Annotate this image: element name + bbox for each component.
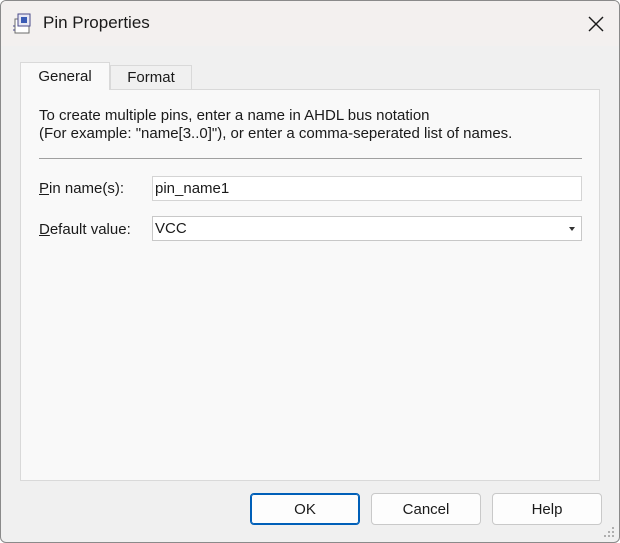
general-tab-panel: To create multiple pins, enter a name in… bbox=[20, 89, 600, 481]
pin-properties-dialog: Pin Properties General Format To create … bbox=[0, 0, 620, 543]
pin-name-label: Pin name(s): bbox=[39, 180, 124, 197]
help-text-line-2: (For example: "name[3..0]"), or enter a … bbox=[39, 125, 513, 142]
title-bar[interactable]: Pin Properties bbox=[1, 1, 619, 46]
default-value-label-mnemonic: D bbox=[39, 221, 50, 238]
default-value-label: Default value: bbox=[39, 221, 131, 238]
default-value-label-text: efault value: bbox=[49, 221, 131, 238]
window-title: Pin Properties bbox=[43, 13, 150, 32]
help-button[interactable]: Help bbox=[492, 493, 602, 525]
close-button[interactable] bbox=[573, 1, 619, 46]
ok-button[interactable]: OK bbox=[250, 493, 360, 525]
default-value-select[interactable]: VCC bbox=[152, 216, 582, 241]
chevron-down-icon bbox=[569, 227, 575, 231]
divider bbox=[39, 158, 582, 159]
resize-grip-icon[interactable] bbox=[603, 526, 615, 538]
default-value-selected: VCC bbox=[155, 220, 187, 237]
pin-name-label-mnemonic: P bbox=[39, 180, 50, 197]
help-text: To create multiple pins, enter a name in… bbox=[39, 107, 512, 143]
pin-name-label-text: in name(s): bbox=[49, 180, 125, 197]
cancel-button[interactable]: Cancel bbox=[371, 493, 481, 525]
tab-general[interactable]: General bbox=[20, 62, 110, 90]
pin-properties-icon bbox=[13, 13, 31, 34]
tab-format[interactable]: Format bbox=[110, 65, 192, 89]
help-text-line-1: To create multiple pins, enter a name in… bbox=[39, 107, 430, 124]
close-icon bbox=[588, 16, 604, 31]
pin-name-input[interactable]: pin_name1 bbox=[152, 176, 582, 201]
